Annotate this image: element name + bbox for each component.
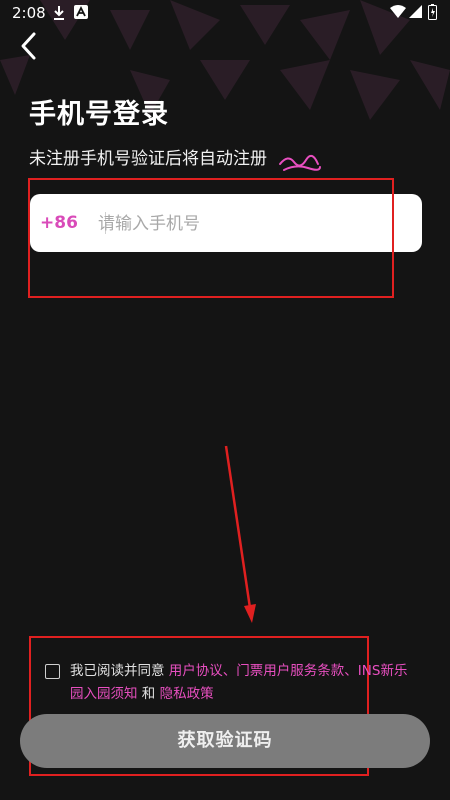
squiggle-decoration	[279, 154, 321, 171]
battery-icon	[428, 4, 437, 20]
download-icon	[54, 6, 64, 20]
agreement-checkbox[interactable]	[45, 664, 60, 679]
page-title: 手机号登录	[29, 99, 169, 130]
accessibility-icon	[74, 5, 88, 19]
wifi-icon	[390, 5, 406, 18]
chevron-left-icon	[21, 32, 36, 60]
signal-icon	[409, 5, 422, 18]
privacy-policy-link[interactable]: 隐私政策	[160, 686, 214, 702]
back-button[interactable]	[14, 30, 44, 62]
get-verification-code-button[interactable]: 获取验证码	[20, 714, 430, 768]
status-time: 2:08	[12, 4, 46, 22]
agreement-text: 我已阅读并同意 用户协议、门票用户服务条款、INS新乐园入园须知 和 隐私政策	[70, 660, 415, 706]
agreement-prefix: 我已阅读并同意	[70, 663, 169, 679]
status-bar: 2:08	[0, 0, 450, 28]
annotation-box-phone	[28, 178, 394, 298]
agreement-and: 和	[137, 686, 160, 702]
page-subtitle: 未注册手机号验证后将自动注册	[29, 149, 267, 169]
